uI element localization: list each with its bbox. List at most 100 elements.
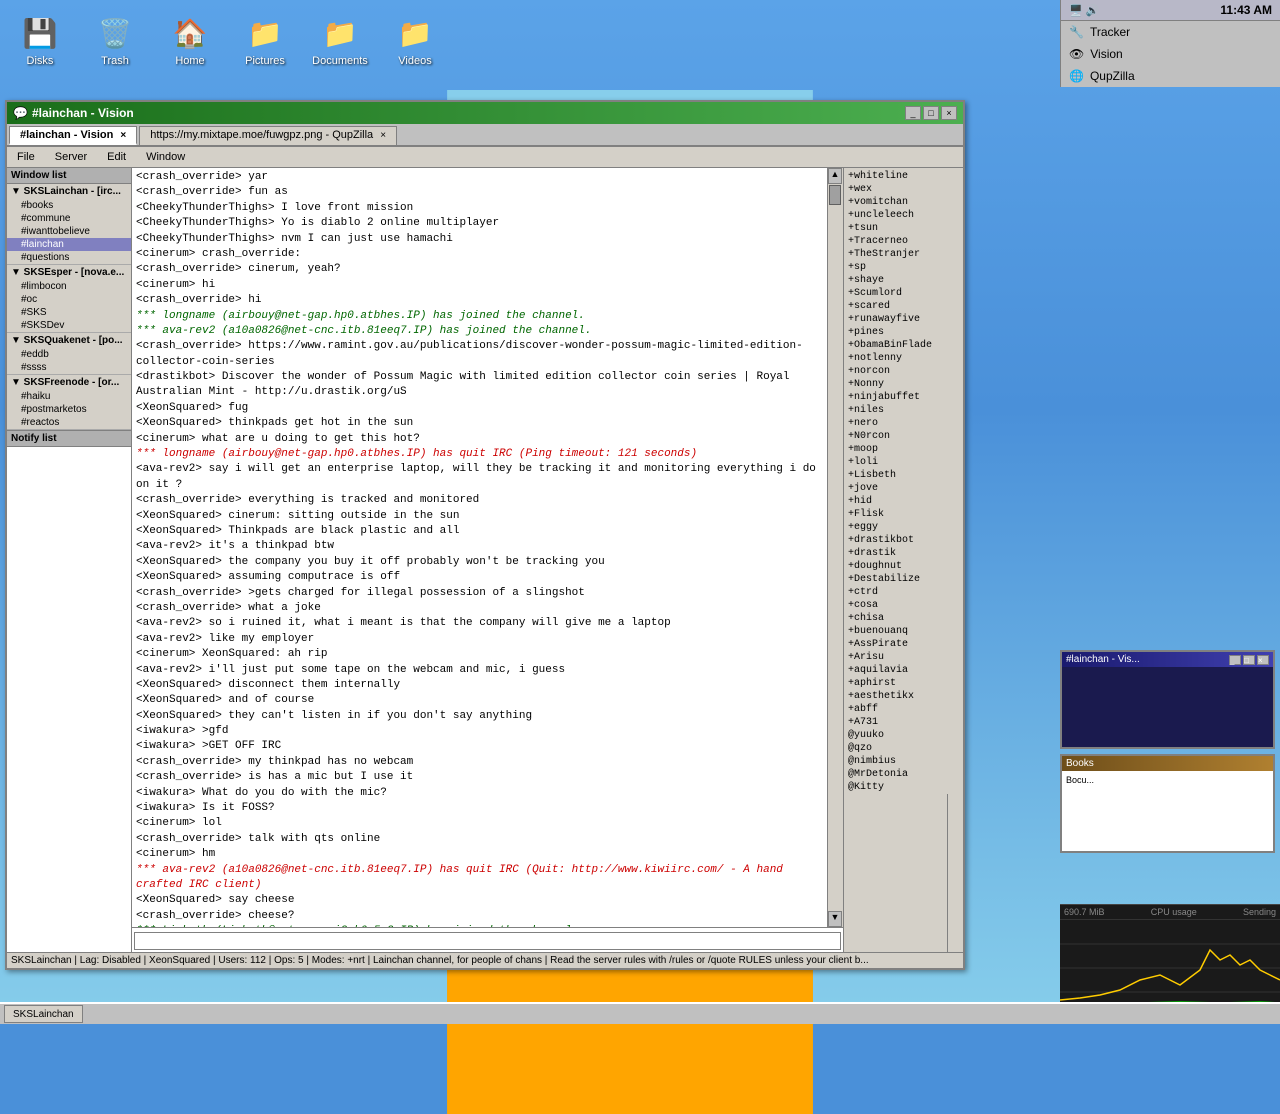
disks-icon[interactable]: 💾 Disks xyxy=(10,13,70,67)
chat-input[interactable] xyxy=(134,932,841,950)
user-item[interactable]: +nero xyxy=(846,417,961,430)
user-item[interactable]: +cosa xyxy=(846,599,961,612)
channel-item-3-1[interactable]: #postmarketos xyxy=(7,403,131,416)
user-item[interactable]: +ctrd xyxy=(846,586,961,599)
channel-item-0-1[interactable]: #commune xyxy=(7,212,131,225)
channel-item-1-0[interactable]: #limbocon xyxy=(7,280,131,293)
tab-qupzilla[interactable]: https://my.mixtape.moe/fuwgpz.png - QupZ… xyxy=(139,126,397,145)
user-item[interactable]: @MrDetonia xyxy=(846,768,961,781)
channel-item-1-2[interactable]: #SKS xyxy=(7,306,131,319)
user-item[interactable]: +doughnut xyxy=(846,560,961,573)
user-item[interactable]: +loli xyxy=(846,456,961,469)
user-item[interactable]: +Tracerneo xyxy=(846,235,961,248)
channel-item-1-3[interactable]: #SKSDev xyxy=(7,319,131,332)
chat-message: <CheekyThunderThighs> nvm I can just use… xyxy=(136,232,823,247)
channel-item-1-1[interactable]: #oc xyxy=(7,293,131,306)
channel-item-2-1[interactable]: #ssss xyxy=(7,361,131,374)
tray-menu-vision[interactable]: 👁 Vision xyxy=(1061,43,1280,65)
server-name-0[interactable]: ▼ SKSLainchan - [irc... xyxy=(7,184,131,199)
videos-icon[interactable]: 📁 Videos xyxy=(385,13,445,67)
channel-item-0-2[interactable]: #iwanttobelieve xyxy=(7,225,131,238)
user-item[interactable]: +Flisk xyxy=(846,508,961,521)
tab-qupzilla-close[interactable]: × xyxy=(380,130,386,141)
user-item[interactable]: +jove xyxy=(846,482,961,495)
menu-edit[interactable]: Edit xyxy=(99,149,134,165)
mini-min[interactable]: _ xyxy=(1229,655,1241,665)
user-item[interactable]: @Kitty xyxy=(846,781,961,794)
user-item[interactable]: +chisa xyxy=(846,612,961,625)
server-name-2[interactable]: ▼ SKSQuakenet - [po... xyxy=(7,333,131,348)
scrollbar[interactable]: ▲ ▼ xyxy=(827,168,843,927)
user-item[interactable]: @qzo xyxy=(846,742,961,755)
user-item[interactable]: @yuuko xyxy=(846,729,961,742)
user-item[interactable]: +Lisbeth xyxy=(846,469,961,482)
menu-file[interactable]: File xyxy=(9,149,43,165)
tray-menu-tracker[interactable]: 🔧 Tracker xyxy=(1061,21,1280,43)
user-item[interactable]: +Destabilize xyxy=(846,573,961,586)
user-item[interactable]: +drastikbot xyxy=(846,534,961,547)
user-item[interactable]: +wex xyxy=(846,183,961,196)
mini-max[interactable]: □ xyxy=(1243,655,1255,665)
user-item[interactable]: +TheStranjer xyxy=(846,248,961,261)
mini-close[interactable]: × xyxy=(1257,655,1269,665)
user-item[interactable]: +eggy xyxy=(846,521,961,534)
user-item[interactable]: +tsun xyxy=(846,222,961,235)
user-item[interactable]: +niles xyxy=(846,404,961,417)
user-item[interactable]: +shaye xyxy=(846,274,961,287)
scroll-thumb[interactable] xyxy=(829,185,841,205)
user-item[interactable]: +A731 xyxy=(846,716,961,729)
chat-messages[interactable]: <crash_override> yar<crash_override> fun… xyxy=(132,168,827,927)
user-item[interactable]: +N0rcon xyxy=(846,430,961,443)
user-item[interactable]: +Scumlord xyxy=(846,287,961,300)
user-item[interactable]: +moop xyxy=(846,443,961,456)
menu-window[interactable]: Window xyxy=(138,149,193,165)
server-name-3[interactable]: ▼ SKSFreenode - [or... xyxy=(7,375,131,390)
scroll-up[interactable]: ▲ xyxy=(828,168,842,184)
user-item[interactable]: +aesthetikx xyxy=(846,690,961,703)
tab-lainchan[interactable]: #lainchan - Vision × xyxy=(9,126,137,145)
user-item[interactable]: +notlenny xyxy=(846,352,961,365)
scroll-down[interactable]: ▼ xyxy=(828,911,842,927)
tab-lainchan-close[interactable]: × xyxy=(120,130,126,141)
server-name-1[interactable]: ▼ SKSEsper - [nova.e... xyxy=(7,265,131,280)
channel-item-3-0[interactable]: #haiku xyxy=(7,390,131,403)
user-scroll[interactable] xyxy=(947,794,961,952)
minimize-button[interactable]: _ xyxy=(905,106,921,120)
channel-item-0-0[interactable]: #books xyxy=(7,199,131,212)
channel-item-3-2[interactable]: #reactos xyxy=(7,416,131,429)
user-item[interactable]: +uncleleech xyxy=(846,209,961,222)
tray-menu-qupzilla[interactable]: 🌐 QupZilla xyxy=(1061,65,1280,87)
channel-item-0-3[interactable]: #lainchan xyxy=(7,238,131,251)
user-item[interactable]: +Nonny xyxy=(846,378,961,391)
taskbar-task-lainchan[interactable]: SKSLainchan xyxy=(4,1005,83,1023)
user-item[interactable]: +aphirst xyxy=(846,677,961,690)
trash-icon[interactable]: 🗑️ Trash xyxy=(85,13,145,67)
user-item[interactable]: +scared xyxy=(846,300,961,313)
user-item[interactable]: +sp xyxy=(846,261,961,274)
tab-lainchan-label: #lainchan - Vision xyxy=(20,129,113,141)
user-item[interactable]: +hid xyxy=(846,495,961,508)
user-item[interactable]: +AssPirate xyxy=(846,638,961,651)
user-item[interactable]: @nimbius xyxy=(846,755,961,768)
user-item[interactable]: +norcon xyxy=(846,365,961,378)
channel-item-2-0[interactable]: #eddb xyxy=(7,348,131,361)
user-item[interactable]: +aquilavia xyxy=(846,664,961,677)
user-item[interactable]: +pines xyxy=(846,326,961,339)
user-item[interactable]: +Arisu xyxy=(846,651,961,664)
scroll-track[interactable] xyxy=(828,184,843,911)
documents-icon[interactable]: 📁 Documents xyxy=(310,13,370,67)
user-item[interactable]: +ObamaBinFlade xyxy=(846,339,961,352)
user-item[interactable]: +abff xyxy=(846,703,961,716)
user-item[interactable]: +ninjabuffet xyxy=(846,391,961,404)
close-button[interactable]: × xyxy=(941,106,957,120)
pictures-icon[interactable]: 📁 Pictures xyxy=(235,13,295,67)
channel-item-0-4[interactable]: #questions xyxy=(7,251,131,264)
maximize-button[interactable]: □ xyxy=(923,106,939,120)
user-item[interactable]: +vomitchan xyxy=(846,196,961,209)
user-item[interactable]: +drastik xyxy=(846,547,961,560)
home-icon[interactable]: 🏠 Home xyxy=(160,13,220,67)
menu-server[interactable]: Server xyxy=(47,149,95,165)
user-item[interactable]: +runawayfive xyxy=(846,313,961,326)
user-item[interactable]: +buenouanq xyxy=(846,625,961,638)
user-item[interactable]: +whiteline xyxy=(846,170,961,183)
